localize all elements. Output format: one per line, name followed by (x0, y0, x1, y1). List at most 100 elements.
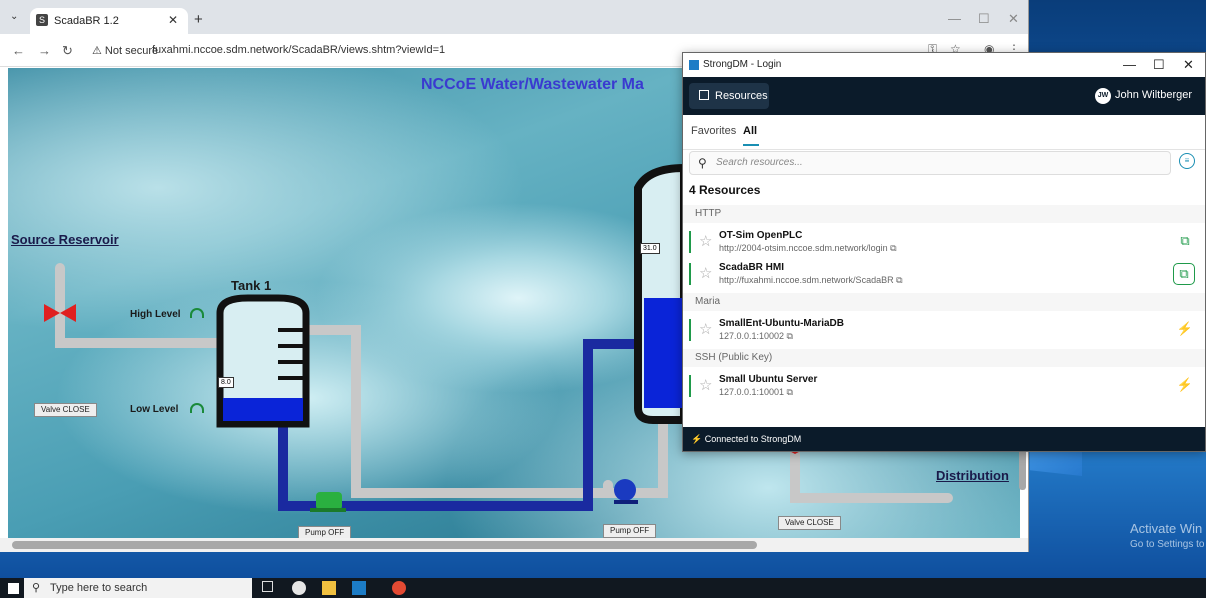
tank1-label: Tank 1 (231, 278, 272, 293)
list-item[interactable]: ☆ ScadaBR HMI http://fuxahmi.nccoe.sdm.n… (689, 259, 1199, 287)
connected-plug-icon[interactable]: ⚡ (1175, 375, 1195, 395)
filter-icon[interactable]: ≡ (1179, 153, 1195, 169)
reload-icon[interactable]: ↻ (62, 43, 73, 59)
sdm-close-icon[interactable]: ✕ (1183, 57, 1194, 73)
favorite-star-icon[interactable]: ☆ (699, 232, 712, 250)
strongdm-logo-icon (689, 60, 699, 70)
not-secure-label[interactable]: ⚠ Not secure (92, 44, 158, 57)
blue-transfer-pipe (278, 339, 636, 511)
group-label: SSH (Public Key) (695, 352, 773, 363)
taskbar-search-placeholder: Type here to search (50, 582, 148, 594)
resources-button[interactable]: Resources (689, 83, 769, 109)
group-label: HTTP (695, 208, 722, 219)
horizontal-scroll-thumb[interactable] (12, 541, 757, 549)
group-label: Maria (695, 296, 721, 307)
resource-count: 4 Resources (689, 183, 761, 197)
list-item[interactable]: ☆ Small Ubuntu Server 127.0.0.1:10001 ⧉ … (689, 371, 1199, 399)
task-view-icon[interactable] (262, 581, 273, 592)
resources-button-label: Resources (715, 90, 768, 102)
connection-status-text: Connected to StrongDM (704, 434, 802, 444)
tank2-readout: 31.0 (640, 243, 660, 254)
url-field[interactable]: fuxahmi.nccoe.sdm.network/ScadaBR/views.… (152, 44, 445, 56)
resource-address: 127.0.0.1:10001 ⧉ (719, 387, 793, 397)
list-item[interactable]: ☆ SmallEnt-Ubuntu-MariaDB 127.0.0.1:1000… (689, 315, 1199, 343)
valve1-button[interactable]: Valve CLOSE (34, 403, 97, 417)
tab-all-underline (743, 144, 759, 146)
resource-name: OT-Sim OpenPLC (719, 230, 803, 241)
sdm-title-bar: StrongDM - Login — ☐ ✕ (683, 53, 1205, 77)
inlet-pipe (55, 263, 223, 348)
not-secure-text: Not secure (104, 45, 159, 57)
avatar[interactable]: JW (1095, 88, 1111, 104)
minimize-icon[interactable]: — (948, 11, 961, 26)
sdm-maximize-icon[interactable]: ☐ (1153, 57, 1165, 73)
tab-all[interactable]: All (743, 125, 757, 137)
distribution-pipe (790, 443, 953, 503)
server-icon (699, 90, 709, 100)
high-level-label: High Level (130, 309, 181, 320)
open-external-icon[interactable]: ⧉ (1175, 231, 1195, 251)
status-bar (689, 375, 691, 397)
distribution-link[interactable]: Distribution (936, 468, 1009, 483)
scada-title: NCCoE Water/Wastewater Ma (421, 76, 644, 93)
group-maria: Maria (683, 293, 1205, 311)
activate-line-2: Go to Settings to (1130, 539, 1205, 550)
taskbar: ⚲ Type here to search (0, 578, 1206, 598)
tab-title: ScadaBR 1.2 (54, 15, 119, 27)
scadabr-favicon-icon: S (36, 14, 48, 26)
taskbar-search-input[interactable]: ⚲ Type here to search (24, 578, 252, 598)
open-external-icon[interactable]: ⧉ (1173, 263, 1195, 285)
favorite-star-icon[interactable]: ☆ (699, 376, 712, 394)
disconnected-plug-icon[interactable]: ⚡ (1175, 319, 1195, 339)
source-reservoir-link[interactable]: Source Reservoir (11, 232, 119, 247)
pump2-icon (614, 479, 638, 504)
back-icon[interactable]: ← (12, 43, 25, 58)
windows-start-icon[interactable] (8, 583, 19, 594)
pump2-button[interactable]: Pump OFF (603, 524, 657, 538)
list-item[interactable]: ☆ OT-Sim OpenPLC http://2004-otsim.nccoe… (689, 227, 1199, 255)
pump1-button[interactable]: Pump OFF (298, 526, 352, 538)
close-window-icon[interactable]: ✕ (1008, 11, 1019, 27)
horizontal-scrollbar[interactable] (0, 538, 1028, 552)
resource-address: http://2004-otsim.nccoe.sdm.network/logi… (719, 243, 897, 253)
valve2-button[interactable]: Valve CLOSE (778, 516, 841, 530)
low-level-label: Low Level (130, 404, 179, 415)
resource-name: ScadaBR HMI (719, 262, 785, 273)
tank1-outlet-pipe (301, 325, 613, 498)
close-tab-icon[interactable]: ✕ (168, 13, 178, 27)
favorite-star-icon[interactable]: ☆ (699, 320, 712, 338)
tank1-readout: 8.0 (218, 377, 234, 388)
tank1-fill (223, 398, 303, 421)
sdm-status-bar: ⚡ Connected to StrongDM (683, 427, 1205, 451)
status-bar (689, 319, 691, 341)
resource-name: SmallEnt-Ubuntu-MariaDB (719, 318, 844, 329)
tab-strip: ⌄ S ScadaBR 1.2 ✕ + — ☐ ✕ (0, 0, 1028, 34)
search-icon: ⚲ (698, 156, 707, 170)
high-level-sensor-icon (190, 308, 204, 318)
sdm-minimize-icon[interactable]: — (1123, 57, 1136, 72)
tab-search-icon[interactable]: ⌄ (10, 11, 18, 22)
search-input[interactable]: ⚲ Search resources... (689, 151, 1171, 175)
search-icon: ⚲ (32, 582, 41, 594)
forward-icon[interactable]: → (38, 43, 51, 58)
user-name[interactable]: John Wiltberger (1115, 89, 1192, 101)
activate-line-1: Activate Win (1130, 521, 1203, 536)
search-placeholder: Search resources... (716, 157, 803, 168)
favorite-star-icon[interactable]: ☆ (699, 264, 712, 282)
maximize-icon[interactable]: ☐ (978, 11, 990, 27)
tank2-fill (644, 298, 684, 408)
browser-tab[interactable]: S ScadaBR 1.2 ✕ (30, 8, 188, 34)
new-tab-icon[interactable]: + (194, 11, 203, 28)
group-http: HTTP (683, 205, 1205, 223)
strongdm-window: StrongDM - Login — ☐ ✕ Resources JW John… (682, 52, 1206, 452)
low-level-sensor-icon (190, 403, 204, 413)
chrome-taskbar-icon[interactable] (392, 581, 406, 595)
app-icon[interactable] (292, 581, 306, 595)
tab-favorites[interactable]: Favorites (691, 125, 736, 137)
file-explorer-icon[interactable] (322, 581, 336, 595)
strongdm-taskbar-icon[interactable] (352, 581, 366, 595)
group-ssh: SSH (Public Key) (683, 349, 1205, 367)
sdm-window-title: StrongDM - Login (703, 59, 782, 70)
status-bar (689, 231, 691, 253)
status-bar (689, 263, 691, 285)
